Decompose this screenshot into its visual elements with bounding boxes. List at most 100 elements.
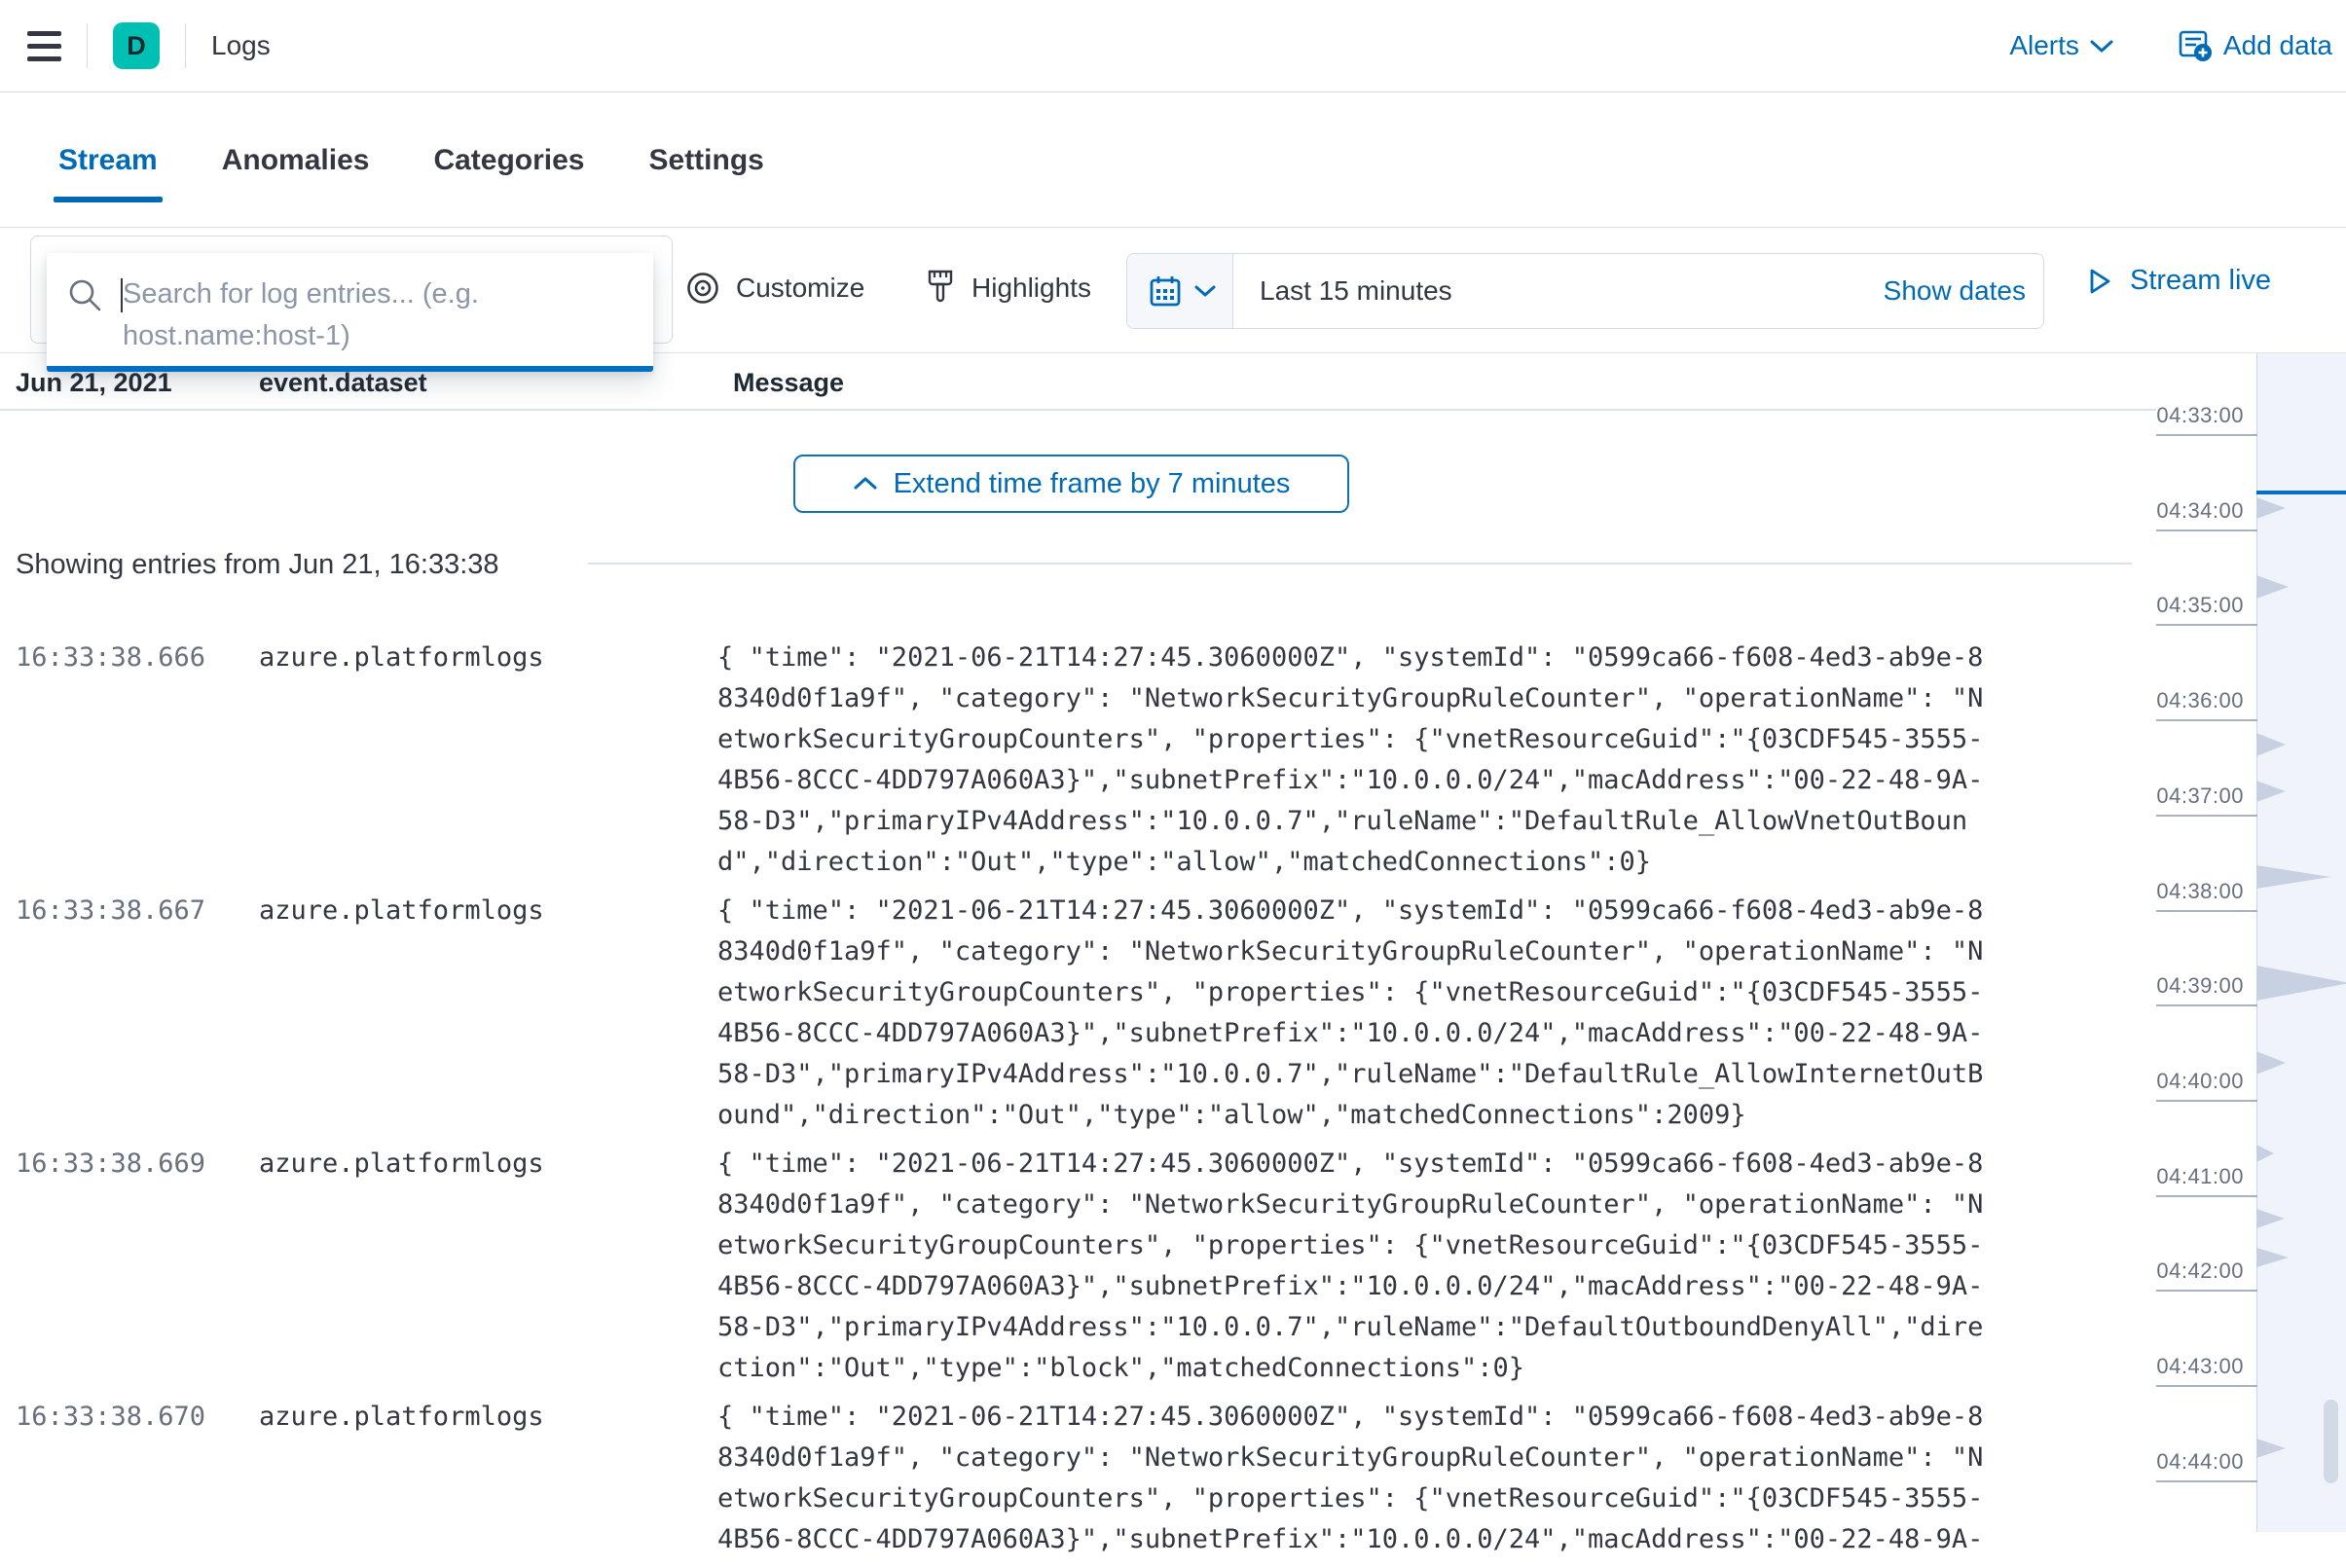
- log-entry-row[interactable]: 16:33:38.669 azure.platformlogs { "time"…: [16, 1144, 2023, 1389]
- play-icon: [2083, 266, 2114, 297]
- log-entry-timestamp: 16:33:38.670: [16, 1397, 259, 1560]
- log-entry-dataset: azure.platformlogs: [259, 1144, 717, 1389]
- show-dates-button[interactable]: Show dates: [1884, 254, 2026, 328]
- timeline-tick-label: 04:41:00: [2142, 1164, 2244, 1189]
- timeline-tick-label: 04:38:00: [2142, 879, 2244, 904]
- time-range-value[interactable]: Last 15 minutes: [1260, 254, 1452, 328]
- timeline-tick-line: [2156, 1100, 2257, 1102]
- add-data-icon: [2177, 27, 2214, 64]
- timeline-tick-line: [2156, 1290, 2257, 1292]
- timeline-tick-line: [2156, 529, 2257, 531]
- app-header: D Logs Alerts Add data: [0, 0, 2346, 92]
- timeline-tick-line: [2156, 719, 2257, 721]
- timeline-tick-line: [2156, 434, 2257, 436]
- timeline-tick-label: 04:35:00: [2142, 593, 2244, 618]
- timeline-tick: 04:37:00: [2142, 784, 2244, 822]
- timeline-tick-label: 04:42:00: [2142, 1258, 2244, 1284]
- timeline-tick: 04:33:00: [2142, 403, 2244, 442]
- chevron-down-icon: [1193, 283, 1217, 299]
- log-entry-message: { "time": "2021-06-21T14:27:45.3060000Z"…: [717, 1144, 1993, 1389]
- table-header-border: [0, 409, 2156, 411]
- column-header-date: Jun 21, 2021: [16, 368, 172, 398]
- timeline-tick: 04:36:00: [2142, 688, 2244, 727]
- log-entry-message: { "time": "2021-06-21T14:27:45.3060000Z"…: [717, 891, 1993, 1136]
- timeline-tick-line: [2156, 910, 2257, 912]
- customize-label: Customize: [736, 273, 864, 304]
- menu-hamburger-icon[interactable]: [27, 31, 61, 61]
- showing-entries-text: Showing entries from Jun 21, 16:33:38: [16, 544, 499, 585]
- log-entries-list: 16:33:38.666 azure.platformlogs { "time"…: [16, 638, 2023, 1568]
- alerts-menu-button[interactable]: Alerts: [2009, 30, 2114, 61]
- timeline-tick-label: 04:44:00: [2142, 1449, 2244, 1475]
- highlights-label: Highlights: [971, 273, 1091, 304]
- timeline-tick: 04:34:00: [2142, 498, 2244, 537]
- log-entry-dataset: azure.platformlogs: [259, 891, 717, 1136]
- tab[interactable]: Settings: [649, 144, 764, 177]
- log-entry-message: { "time": "2021-06-21T14:27:45.3060000Z"…: [717, 1397, 1993, 1560]
- timeline-tick-label: 04:37:00: [2142, 784, 2244, 809]
- tab[interactable]: Anomalies: [222, 144, 370, 177]
- timeline-tick-label: 04:40:00: [2142, 1069, 2244, 1094]
- quick-select-button[interactable]: [1127, 254, 1232, 328]
- timeline-tick-label: 04:34:00: [2142, 498, 2244, 524]
- text-caret: [121, 278, 123, 312]
- column-header-dataset: event.dataset: [259, 368, 427, 398]
- log-entry-timestamp: 16:33:38.667: [16, 891, 259, 1136]
- log-entry-dataset: azure.platformlogs: [259, 1397, 717, 1560]
- chevron-up-icon: [853, 475, 878, 492]
- add-data-button[interactable]: Add data: [2177, 27, 2332, 64]
- extend-button-label: Extend time frame by 7 minutes: [894, 468, 1291, 500]
- log-entry-message: { "time": "2021-06-21T14:27:45.3060000Z"…: [717, 638, 1993, 883]
- log-entry-row[interactable]: 16:33:38.670 azure.platformlogs { "time"…: [16, 1397, 2023, 1560]
- deployment-avatar[interactable]: D: [113, 22, 160, 69]
- tab[interactable]: Categories: [433, 144, 584, 177]
- timeline-scrollbar-thumb[interactable]: [2324, 1400, 2338, 1483]
- timeline-tick-line: [2156, 1385, 2257, 1387]
- log-entry-row[interactable]: 16:33:38.667 azure.platformlogs { "time"…: [16, 891, 2023, 1136]
- timeline-tick-line: [2156, 815, 2257, 817]
- customize-button[interactable]: Customize: [683, 269, 864, 308]
- header-divider: [185, 23, 186, 68]
- log-entry-timestamp: 16:33:38.666: [16, 638, 259, 883]
- alerts-label: Alerts: [2009, 30, 2079, 61]
- brush-icon: [923, 269, 958, 308]
- chevron-down-icon: [2089, 37, 2114, 55]
- timeline-minimap[interactable]: 04:33:00 04:34:00 04:35:00 04:36:00 04:3…: [2142, 0, 2346, 1532]
- datepicker-divider: [1232, 254, 1233, 328]
- timeline-position-marker: [2256, 491, 2346, 494]
- timeline-tick-line: [2156, 1195, 2257, 1197]
- calendar-icon: [1147, 273, 1184, 310]
- timeline-tick-line: [2156, 1480, 2257, 1482]
- log-entry-timestamp: 16:33:38.669: [16, 1144, 259, 1389]
- log-entry-row[interactable]: 16:33:38.666 azure.platformlogs { "time"…: [16, 638, 2023, 883]
- timeline-tick: 04:43:00: [2142, 1354, 2244, 1393]
- timeline-tick: 04:38:00: [2142, 879, 2244, 918]
- log-entry-dataset: azure.platformlogs: [259, 638, 717, 883]
- search-input[interactable]: [47, 253, 653, 372]
- timeline-tick-line: [2156, 1004, 2257, 1006]
- extend-time-frame-button[interactable]: Extend time frame by 7 minutes: [793, 455, 1349, 513]
- timeline-tick: 04:39:00: [2142, 973, 2244, 1012]
- header-divider: [87, 23, 88, 68]
- timeline-tick: 04:41:00: [2142, 1164, 2244, 1203]
- tab[interactable]: Stream: [58, 144, 158, 177]
- timeline-tick: 04:35:00: [2142, 593, 2244, 632]
- customize-eye-icon: [683, 269, 722, 308]
- timeline-tick-label: 04:36:00: [2142, 688, 2244, 713]
- timeline-tick-label: 04:39:00: [2142, 973, 2244, 999]
- highlights-button[interactable]: Highlights: [923, 269, 1091, 308]
- timeline-tick-label: 04:43:00: [2142, 1354, 2244, 1379]
- timeline-tick-line: [2156, 624, 2257, 626]
- timeline-density-chart: [2256, 0, 2346, 1532]
- timeline-tick: 04:42:00: [2142, 1258, 2244, 1297]
- timeline-tick: 04:44:00: [2142, 1449, 2244, 1488]
- logs-tabs: Stream Anomalies Categories Settings: [0, 92, 2346, 228]
- add-data-label: Add data: [2223, 30, 2332, 61]
- search-icon: [66, 276, 105, 315]
- timeline-tick: 04:40:00: [2142, 1069, 2244, 1108]
- showing-entries-divider: [588, 563, 2132, 565]
- date-range-picker: Last 15 minutes Show dates: [1126, 253, 2044, 329]
- column-header-message: Message: [733, 368, 844, 398]
- page-title: Logs: [211, 30, 271, 61]
- timeline-tick-label: 04:33:00: [2142, 403, 2244, 428]
